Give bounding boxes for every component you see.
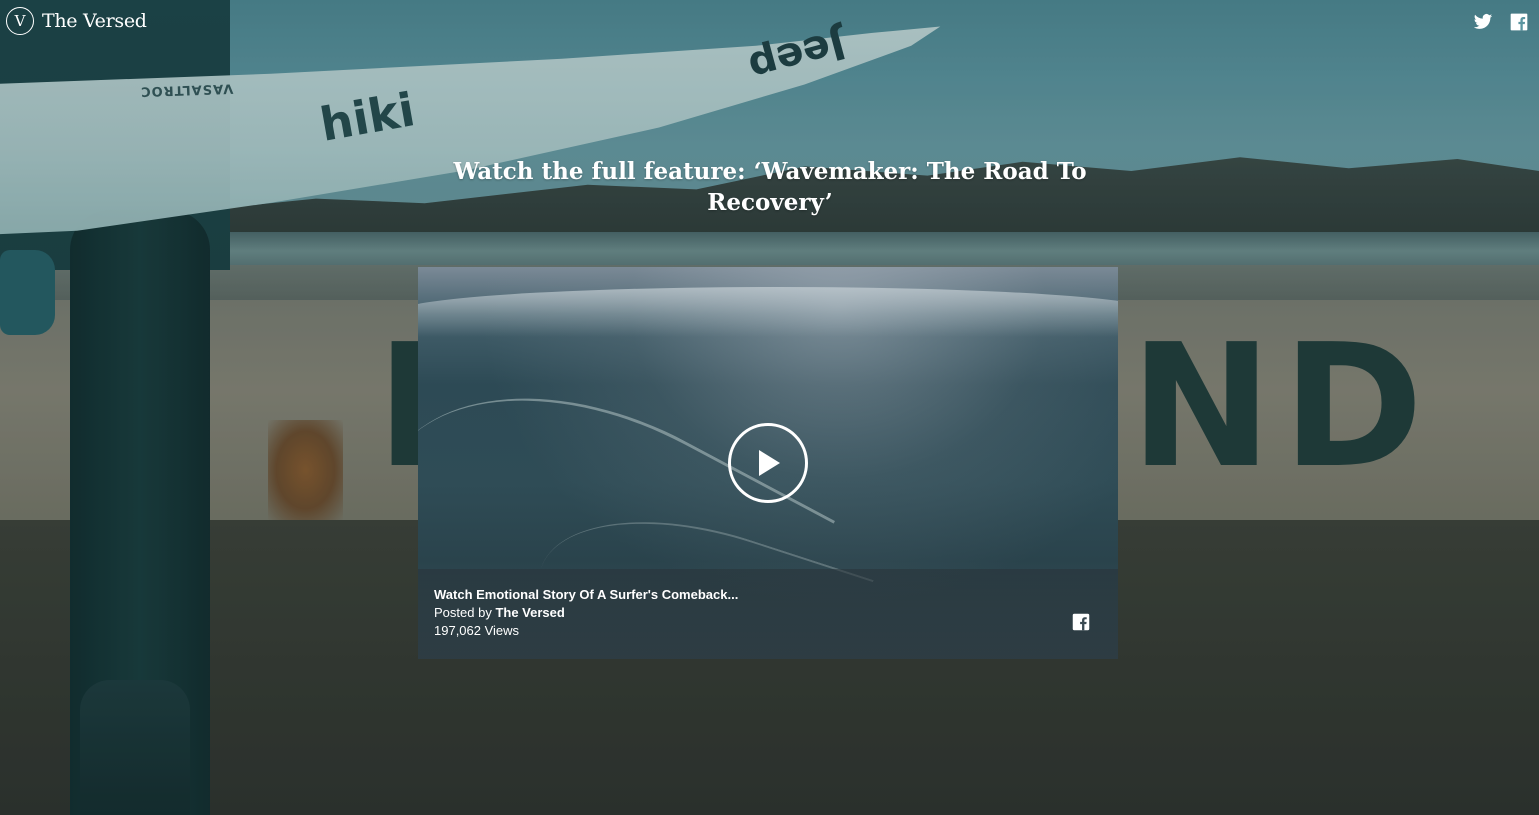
video-posted-by: Posted by The Versed bbox=[434, 605, 565, 620]
facebook-icon[interactable] bbox=[1509, 12, 1529, 32]
play-icon bbox=[759, 450, 780, 476]
video-wave-lip bbox=[418, 287, 1118, 337]
video-posted-prefix: Posted by bbox=[434, 605, 492, 620]
play-button[interactable] bbox=[728, 423, 808, 503]
brand-name: The Versed bbox=[42, 10, 147, 32]
page: D ND Jeep hiki VASALTROC V The Versed Wa… bbox=[0, 0, 1539, 815]
brand-link[interactable]: V The Versed bbox=[6, 7, 147, 35]
video-title[interactable]: Watch Emotional Story Of A Surfer's Come… bbox=[434, 587, 738, 602]
brand-logo-icon: V bbox=[6, 7, 34, 35]
video-views: 197,062 Views bbox=[434, 623, 520, 638]
video-info-bar: Watch Emotional Story Of A Surfer's Come… bbox=[418, 569, 1118, 659]
facebook-icon[interactable] bbox=[1072, 613, 1090, 631]
twitter-icon[interactable] bbox=[1473, 12, 1493, 32]
site-header: V The Versed bbox=[0, 0, 1539, 46]
feature-headline: Watch the full feature: ‘Wavemaker: The … bbox=[453, 158, 1087, 216]
social-links bbox=[1473, 12, 1529, 32]
video-posted-by-link[interactable]: The Versed bbox=[495, 605, 564, 620]
video-player[interactable]: Watch Emotional Story Of A Surfer's Come… bbox=[418, 267, 1118, 659]
